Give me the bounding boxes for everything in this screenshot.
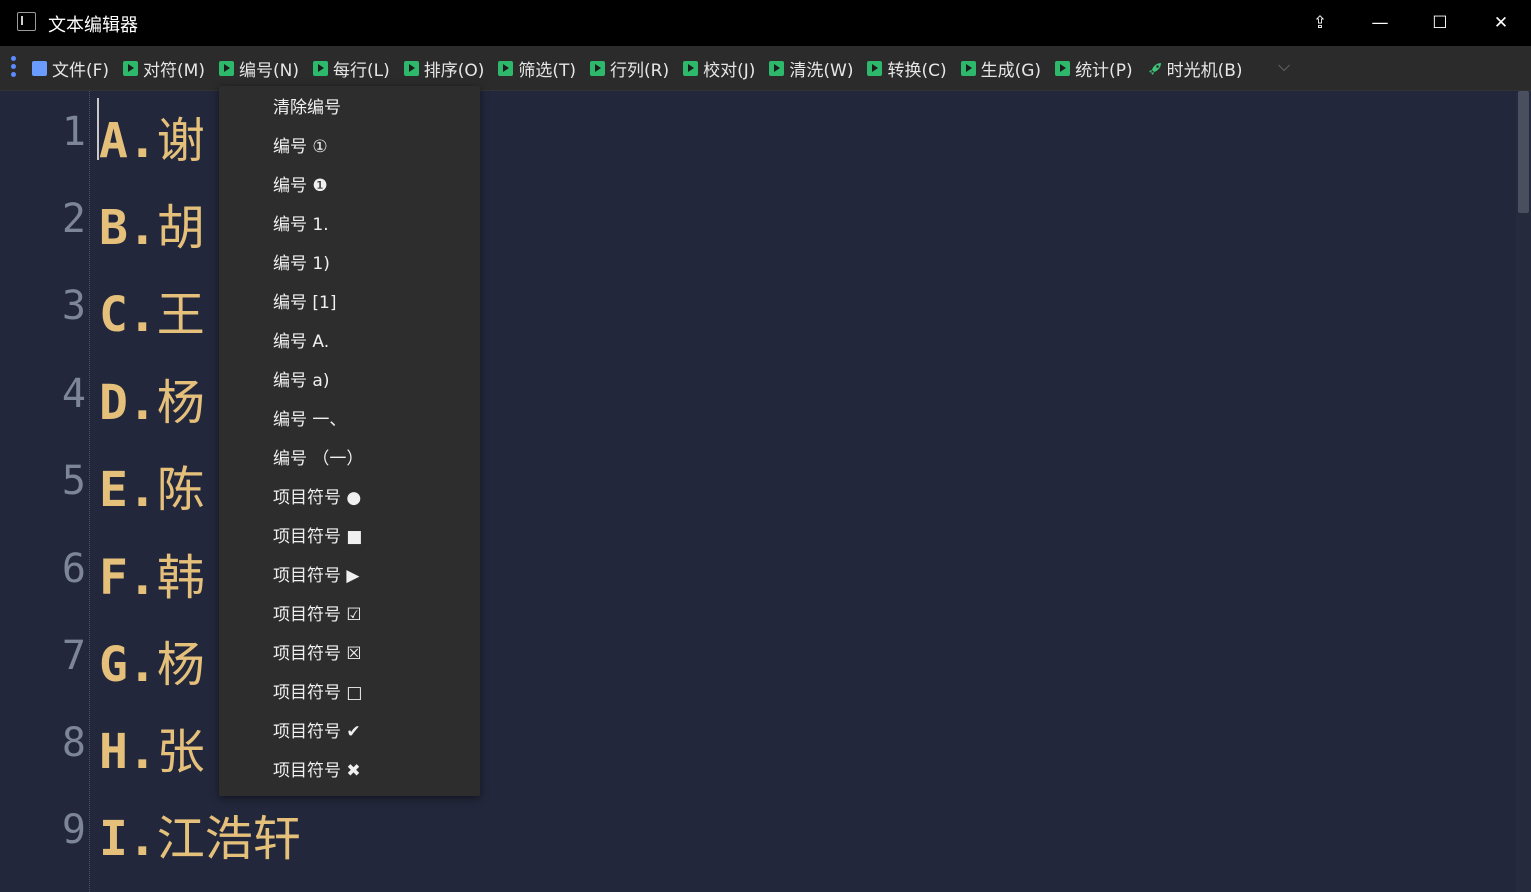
menu-time-machine[interactable]: 时光机(B) — [1147, 56, 1243, 81]
play-icon — [960, 60, 976, 76]
menu-item-number-dot[interactable]: 编号 1. — [273, 206, 329, 245]
menu-item-bullet-crossed-box[interactable]: 项目符号 ☒ — [273, 635, 362, 674]
menu-convert[interactable]: 转换(C) — [867, 56, 947, 81]
line-content: A.谢 — [99, 113, 205, 169]
menu-item-bullet-empty-box[interactable]: 项目符号 □ — [273, 674, 362, 713]
menu-item-number-letter-lower[interactable]: 编号 a) — [273, 362, 329, 401]
menu-item-number-bracket[interactable]: 编号 [1] — [273, 284, 337, 323]
menu-item-number-chinese-paren[interactable]: 编号 （一） — [273, 440, 363, 479]
menu-label: 对符(M) — [143, 60, 205, 81]
app-icon — [17, 12, 36, 31]
menu-file[interactable]: 文件(F) — [32, 56, 109, 81]
menu-item-number-paren[interactable]: 编号 1) — [273, 245, 330, 284]
menu-label: 校对(J) — [703, 60, 756, 81]
line-number: 5 — [61, 458, 86, 504]
scroll-thumb[interactable] — [1518, 91, 1529, 213]
file-icon — [32, 60, 47, 76]
menu-item-bullet-cross[interactable]: 项目符号 ✖ — [273, 752, 361, 791]
menu-bar: 文件(F) 对符(M) 编号(N) 每行(L) 排序(O) 筛选(T) 行列(R… — [0, 46, 1531, 91]
play-icon — [1055, 60, 1071, 76]
menu-label: 编号(N) — [238, 60, 299, 81]
numbering-dropdown-menu: 清除编号 编号 ① 编号 ❶ 编号 1. 编号 1) 编号 [1] 编号 A. … — [219, 86, 480, 796]
menu-filter[interactable]: 筛选(T) — [498, 56, 576, 81]
play-icon — [683, 60, 699, 76]
line-number: 7 — [61, 633, 86, 679]
menu-item-bullet-checkmark[interactable]: 项目符号 ✔ — [273, 713, 361, 752]
menu-label: 每行(L) — [332, 60, 390, 81]
line-content: B.胡 — [99, 200, 205, 256]
menu-label: 排序(O) — [423, 60, 485, 81]
line-number: 6 — [61, 546, 86, 592]
menu-item-bullet-checked-box[interactable]: 项目符号 ☑ — [273, 596, 362, 635]
minimize-button[interactable]: — — [1350, 0, 1410, 46]
menu-label: 筛选(T) — [518, 60, 577, 81]
window-title: 文本编辑器 — [48, 15, 138, 36]
play-icon — [403, 60, 419, 76]
menu-label: 统计(P) — [1075, 60, 1133, 81]
vertical-scrollbar[interactable] — [1516, 91, 1531, 892]
menu-item-number-letter-upper[interactable]: 编号 A. — [273, 323, 329, 362]
play-icon — [498, 60, 514, 76]
menu-item-bullet-triangle[interactable]: 项目符号 ▶ — [273, 557, 359, 596]
menu-generate[interactable]: 生成(G) — [960, 56, 1042, 81]
play-icon — [123, 60, 139, 76]
menu-label: 清洗(W) — [789, 60, 854, 81]
menu-item-number-filled-circle[interactable]: 编号 ❶ — [273, 167, 328, 206]
line-content: G.杨 — [99, 637, 205, 693]
line-number: 4 — [61, 371, 86, 417]
title-bar: 文本编辑器 ⇪ — ☐ ✕ — [0, 0, 1531, 46]
menu-item-number-circled[interactable]: 编号 ① — [273, 128, 328, 167]
line-content: D.杨 — [99, 375, 205, 431]
line-content: F.韩 — [99, 550, 205, 606]
maximize-button[interactable]: ☐ — [1410, 0, 1470, 46]
line-content: H.张 — [99, 724, 205, 780]
menu-label: 转换(C) — [887, 60, 947, 81]
drag-handle-icon[interactable] — [11, 56, 17, 80]
play-icon — [218, 60, 234, 76]
menu-sort[interactable]: 排序(O) — [403, 56, 485, 81]
menu-statistics[interactable]: 统计(P) — [1055, 56, 1133, 81]
menu-item-bullet-square[interactable]: 项目符号 ■ — [273, 518, 362, 557]
menu-label: 行列(R) — [610, 60, 670, 81]
text-caret — [97, 98, 99, 160]
pin-button[interactable]: ⇪ — [1290, 0, 1350, 46]
menu-item-bullet-dot[interactable]: 项目符号 ● — [273, 479, 361, 518]
menu-clean[interactable]: 清洗(W) — [769, 56, 853, 81]
line-number: 8 — [61, 720, 86, 766]
line-number: 1 — [61, 109, 86, 155]
chevron-down-icon[interactable]: ⌵ — [1278, 56, 1298, 80]
rocket-icon — [1147, 61, 1162, 76]
menu-label: 生成(G) — [980, 60, 1042, 81]
menu-per-line[interactable]: 每行(L) — [312, 56, 390, 81]
play-icon — [590, 60, 606, 76]
menu-rows-columns[interactable]: 行列(R) — [590, 56, 669, 81]
menu-item-clear-numbering[interactable]: 清除编号 — [273, 89, 341, 128]
menu-item-number-chinese[interactable]: 编号 一、 — [273, 401, 346, 440]
line-number: 9 — [61, 807, 86, 853]
menu-proofread[interactable]: 校对(J) — [683, 56, 755, 81]
menu-pairing[interactable]: 对符(M) — [123, 56, 205, 81]
line-content: C.王 — [99, 287, 205, 343]
editor-line: 9 I.江浩轩 — [0, 789, 1500, 869]
play-icon — [867, 60, 883, 76]
line-number: 2 — [61, 196, 86, 242]
line-content: E.陈 — [99, 462, 205, 518]
close-button[interactable]: ✕ — [1471, 0, 1531, 46]
play-icon — [769, 60, 785, 76]
menu-label: 文件(F) — [52, 60, 110, 81]
menu-numbering[interactable]: 编号(N) — [218, 56, 299, 81]
line-content: I.江浩轩 — [99, 811, 301, 867]
play-icon — [312, 60, 328, 76]
menu-label: 时光机(B) — [1166, 60, 1243, 81]
line-number: 3 — [61, 283, 86, 329]
